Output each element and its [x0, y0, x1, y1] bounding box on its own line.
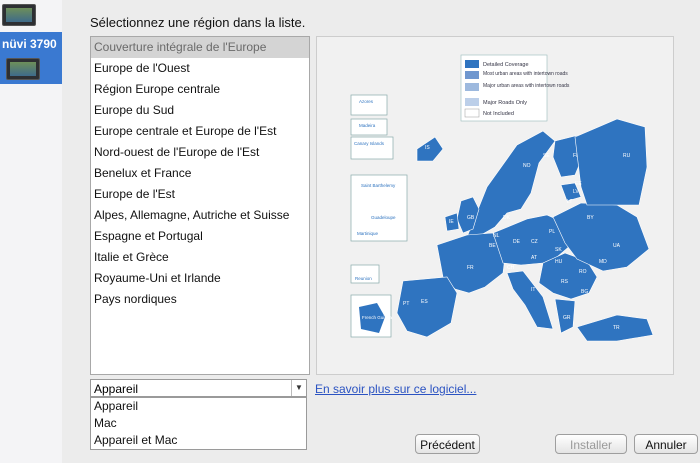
install-target-menu: Appareil Mac Appareil et Mac [90, 397, 307, 450]
legend-label-2: Major urban areas with intertown roads [483, 83, 570, 89]
region-list[interactable]: Couverture intégrale de l'Europe Europe d… [90, 36, 310, 375]
country-code-es: ES [421, 299, 428, 305]
country-code-hu: HU [555, 259, 563, 265]
legend-label-1: Most urban areas with intertown roads [483, 71, 568, 77]
menu-option-appareil-et-mac[interactable]: Appareil et Mac [91, 432, 306, 449]
region-prompt: Sélectionnez une région dans la liste. [90, 15, 306, 30]
legend-swatch-4 [464, 108, 480, 118]
menu-option-appareil[interactable]: Appareil [91, 398, 306, 415]
country-code-sk: SK [555, 247, 562, 253]
country-code-no: NO [523, 163, 531, 169]
country-code-fr: FR [467, 265, 474, 271]
country-code-nl: NL [493, 233, 500, 239]
country-code-ch: CH [507, 265, 515, 271]
region-item[interactable]: Europe du Sud [91, 100, 309, 121]
country-code-ee: EE [575, 181, 582, 187]
chevron-down-icon[interactable]: ▼ [291, 380, 306, 396]
country-code-is: IS [425, 145, 430, 151]
region-item[interactable]: Espagne et Portugal [91, 226, 309, 247]
country-code-ro: RO [579, 269, 587, 275]
region-item[interactable]: Couverture intégrale de l'Europe [91, 37, 309, 58]
country-code-gb: GB [467, 215, 475, 221]
region-item[interactable]: Royaume-Uni et Irlande [91, 268, 309, 289]
country-code-tr: TR [613, 325, 620, 331]
inset-label-azores: Azores [359, 99, 374, 104]
country-code-it: IT [531, 287, 535, 293]
legend-swatch-2 [465, 83, 479, 91]
country-code-at: AT [531, 255, 537, 261]
country-code-se: SE [543, 153, 550, 159]
region-item[interactable]: Europe de l'Est [91, 184, 309, 205]
inset-label-madeira: Madeira [359, 123, 376, 128]
country-code-de: DE [513, 239, 521, 245]
region-item[interactable]: Région Europe centrale [91, 79, 309, 100]
legend-label-3: Major Roads Only [483, 100, 527, 106]
device-sidebar: nüvi 3790 [0, 0, 63, 463]
country-code-md: MD [599, 259, 607, 265]
europe-landmass [396, 118, 654, 342]
country-code-lt: LT [567, 199, 572, 205]
region-item[interactable]: Europe centrale et Europe de l'Est [91, 121, 309, 142]
previous-button[interactable]: Précédent [415, 434, 480, 454]
device-thumbnail [6, 58, 40, 80]
device-thumbnail[interactable] [2, 4, 36, 26]
install-target-select[interactable]: Appareil ▼ [90, 379, 307, 397]
country-code-be: BE [489, 243, 496, 249]
legend-swatch-1 [465, 71, 479, 79]
legend-swatch-0 [465, 60, 479, 68]
country-code-ua: UA [613, 243, 621, 249]
legend-swatch-3 [465, 98, 479, 106]
country-code-lv: LV [573, 189, 579, 195]
inset-label-guiana: French Guiana [362, 315, 392, 320]
country-code-bg: BG [581, 289, 588, 295]
inset-label-guadeloupe: Guadeloupe [371, 215, 396, 220]
country-code-by: BY [587, 215, 594, 221]
map-legend: Detailed Coverage Most urban areas with … [460, 54, 570, 122]
main-pane: Sélectionnez une région dans la liste. C… [62, 0, 700, 463]
country-code-pt: PT [403, 301, 409, 307]
map-insets: Azores Madeira Canary Islands Saint Bart… [350, 94, 408, 338]
device-screen [10, 62, 36, 76]
inset-label-canary: Canary Islands [354, 141, 385, 146]
region-item[interactable]: Nord-ouest de l'Europe de l'Est [91, 142, 309, 163]
selected-device-item[interactable]: nüvi 3790 [0, 32, 62, 84]
device-screen [6, 8, 32, 22]
country-code-pl: PL [549, 229, 555, 235]
region-item[interactable]: Italie et Grèce [91, 247, 309, 268]
europe-coverage-map: Detailed Coverage Most urban areas with … [350, 54, 654, 342]
country-code-fi: FI [573, 153, 577, 159]
device-name: nüvi 3790 [2, 37, 57, 51]
region-item[interactable]: Benelux et France [91, 163, 309, 184]
country-code-ie: IE [449, 219, 454, 225]
legend-label-4: Not Included [483, 111, 514, 117]
install-target-value: Appareil [94, 382, 139, 396]
coverage-map-panel: Detailed Coverage Most urban areas with … [316, 36, 674, 375]
inset-label-reunion: Reunion [355, 276, 372, 281]
inset-label-martinique: Martinique [357, 231, 379, 236]
inset-label-st-barth: Saint Barthelemy [361, 183, 396, 188]
menu-option-mac[interactable]: Mac [91, 415, 306, 432]
cancel-button[interactable]: Annuler [634, 434, 698, 454]
legend-label-0: Detailed Coverage [483, 62, 529, 68]
install-button[interactable]: Installer [555, 434, 627, 454]
country-code-rs: RS [561, 279, 569, 285]
country-code-gr: GR [563, 315, 571, 321]
country-code-dk: DK [503, 215, 511, 221]
region-item[interactable]: Alpes, Allemagne, Autriche et Suisse [91, 205, 309, 226]
country-code-cz: CZ [531, 239, 538, 245]
learn-more-link[interactable]: En savoir plus sur ce logiciel... [315, 382, 476, 396]
region-item[interactable]: Pays nordiques [91, 289, 309, 310]
region-item[interactable]: Europe de l'Ouest [91, 58, 309, 79]
country-code-ru: RU [623, 153, 631, 159]
